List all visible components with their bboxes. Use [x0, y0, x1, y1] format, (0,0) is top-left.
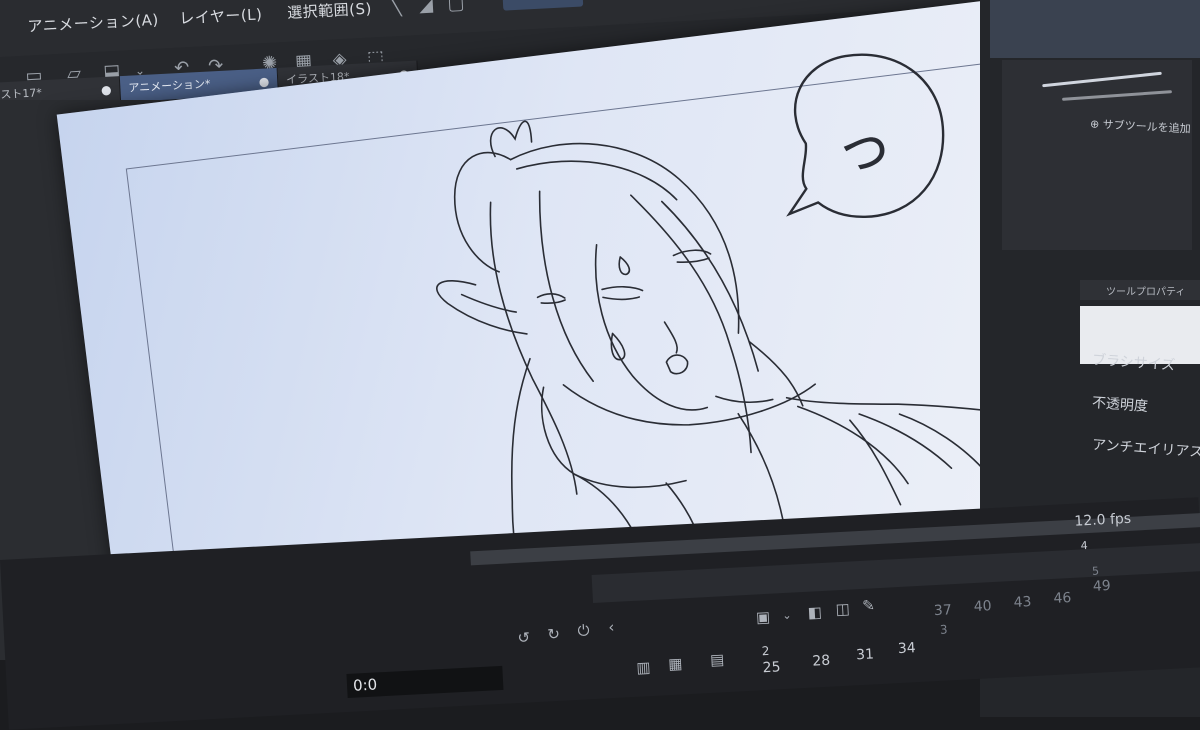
new-layer-icon[interactable]: ▣ [751, 606, 774, 629]
chevron-down-icon[interactable]: ⌄ [775, 604, 798, 627]
brush-stroke [1062, 90, 1172, 101]
menu-layer[interactable]: レイヤー(L) [179, 3, 263, 28]
film-strip-icon[interactable]: ▦ [664, 652, 687, 675]
opacity-label: 不透明度 [1091, 395, 1149, 415]
frame-number: 34 [897, 640, 917, 658]
frame-number: 37 [933, 602, 953, 620]
marker-2: 2 [761, 643, 770, 659]
chevron-left-icon[interactable]: ‹ [600, 616, 623, 639]
frame-number: 46 [1053, 589, 1072, 607]
frame-rate: 12.0 fps [1074, 510, 1132, 530]
menu-animation[interactable]: アニメーション(A) [27, 9, 159, 37]
power-icon[interactable]: ⏻ [572, 619, 595, 642]
frame-number: 40 [973, 598, 993, 616]
frame-number: 43 [1013, 594, 1032, 611]
copy-icon[interactable]: ◫ [831, 597, 854, 620]
cel-icon[interactable]: ▤ [706, 648, 729, 671]
frame-number: 31 [855, 646, 875, 664]
brush-stroke [1042, 71, 1162, 88]
forward-icon[interactable]: ↻ [542, 623, 565, 646]
marker-3: 3 [939, 622, 948, 637]
antialias-label: アンチエイリアス [1091, 437, 1200, 461]
tool-property-header: ツールプロパティ [1080, 280, 1200, 300]
frame-number: 28 [812, 652, 831, 670]
speech-bubble-text: っ [830, 110, 897, 185]
pencil-icon[interactable]: ✎ [857, 594, 880, 617]
folder-icon[interactable]: ◧ [803, 601, 826, 624]
brush-strokes-preview [1002, 60, 1192, 250]
menu-selection[interactable]: 選択範囲(S) [287, 0, 373, 23]
frame-number: 25 [762, 659, 781, 677]
rewind-icon[interactable]: ↺ [512, 626, 535, 649]
color-panel [990, 0, 1200, 58]
film-icon[interactable]: ▥ [632, 656, 655, 679]
timecode-display: 0:0 [346, 665, 504, 698]
frame-number: 49 [1092, 577, 1112, 595]
marker-5: 5 [1091, 564, 1100, 578]
